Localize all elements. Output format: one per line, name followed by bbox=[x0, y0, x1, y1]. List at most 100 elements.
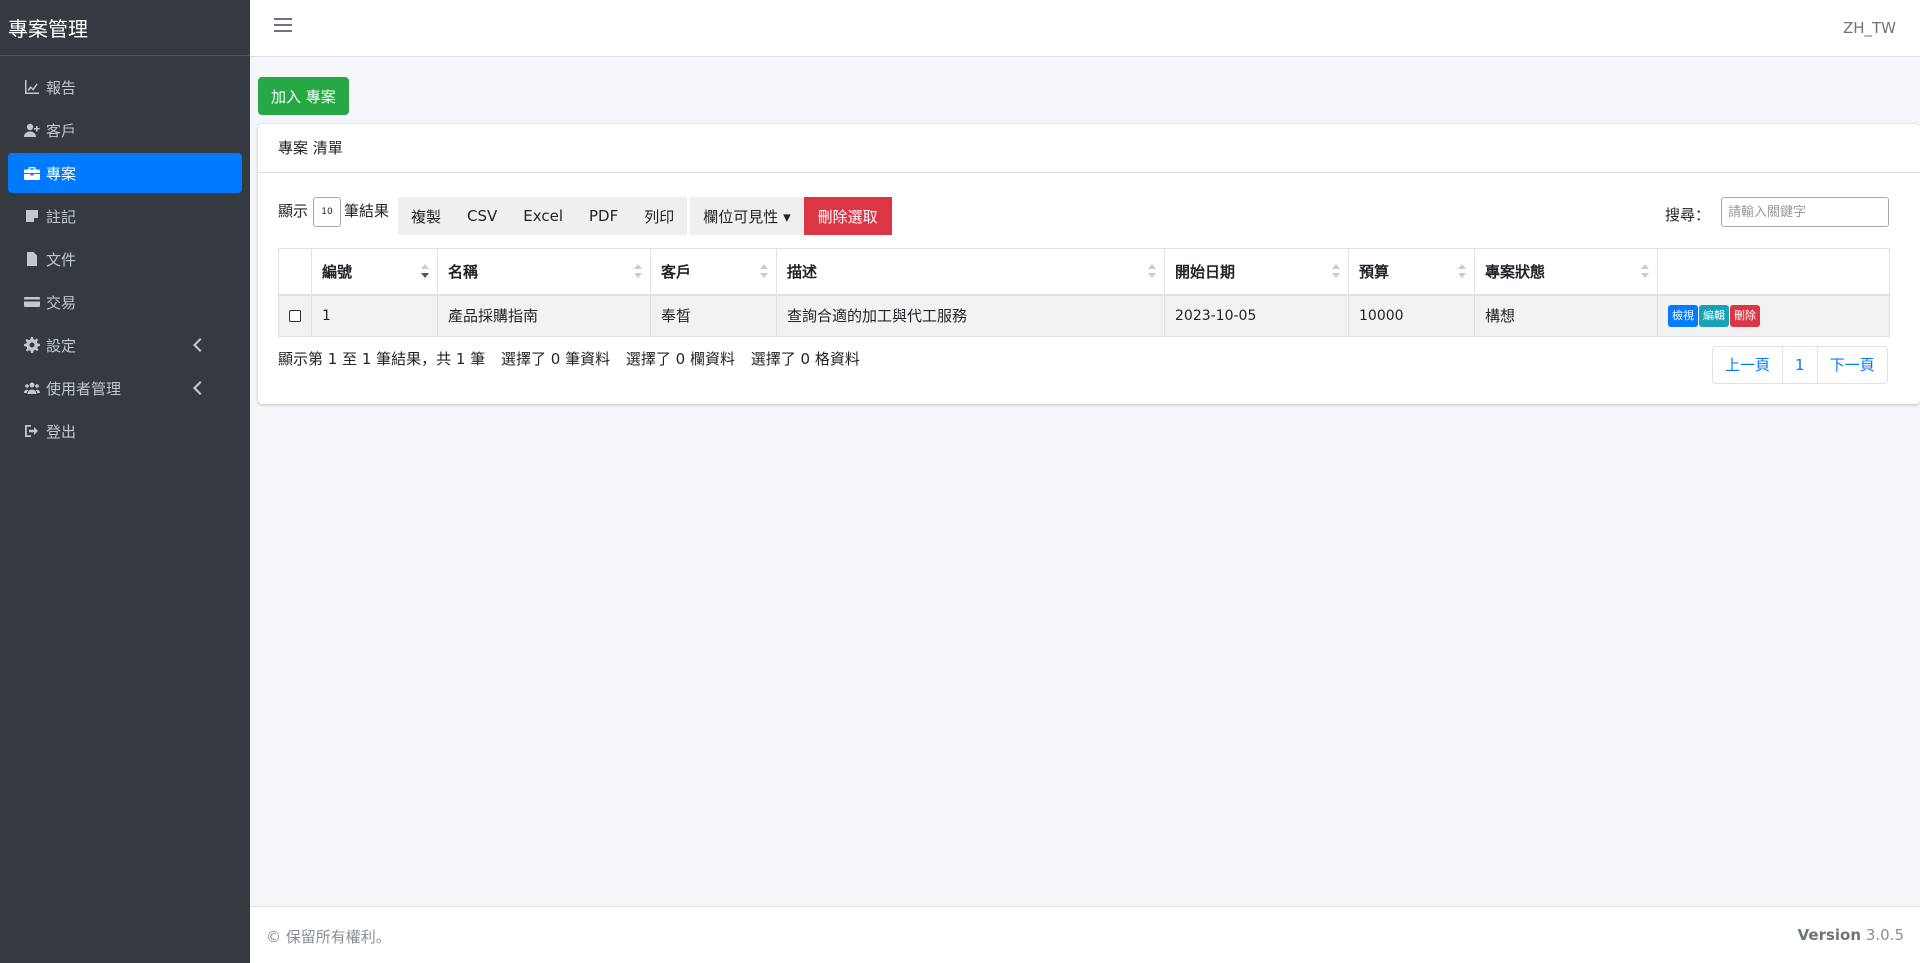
copy-button[interactable]: 複製 bbox=[398, 197, 455, 235]
sidebar-item-user-management[interactable]: 使用者管理 bbox=[8, 368, 242, 408]
sidebar-item-transactions[interactable]: 交易 bbox=[8, 282, 242, 322]
chevron-left-icon bbox=[192, 380, 202, 396]
csv-button[interactable]: CSV bbox=[454, 197, 511, 235]
credit-card-icon bbox=[24, 294, 40, 310]
col-header-start-date[interactable]: 開始日期 bbox=[1164, 248, 1349, 296]
hamburger-menu-icon[interactable] bbox=[274, 18, 292, 34]
footer: © 保留所有權利。 Version 3.0.5 bbox=[250, 906, 1920, 963]
sign-out-icon bbox=[24, 423, 40, 439]
users-icon bbox=[24, 380, 40, 396]
version-number: 3.0.5 bbox=[1865, 926, 1904, 944]
sort-icon bbox=[760, 264, 768, 278]
cell-start-date: 2023-10-05 bbox=[1164, 294, 1349, 337]
pagination: 上一頁 1 下一頁 bbox=[1712, 346, 1888, 384]
prev-page-button[interactable]: 上一頁 bbox=[1712, 346, 1784, 384]
print-button[interactable]: 列印 bbox=[631, 197, 688, 235]
page-length-select[interactable]: 10 bbox=[313, 197, 341, 227]
sidebar-item-label: 文件 bbox=[46, 250, 77, 269]
col-header-status[interactable]: 專案狀態 bbox=[1474, 248, 1658, 296]
project-table: 編號 名稱 客戶 描述 開始日期 預算 專案狀態 1 產品採購指南 奉晳 查詢合… bbox=[278, 248, 1890, 337]
page-1-button[interactable]: 1 bbox=[1782, 346, 1818, 384]
sidebar-item-label: 報告 bbox=[46, 78, 77, 97]
search-input[interactable] bbox=[1721, 197, 1889, 227]
sort-desc-icon bbox=[421, 264, 429, 278]
sidebar-item-settings[interactable]: 設定 bbox=[8, 325, 242, 365]
sidebar-item-projects[interactable]: 專案 bbox=[8, 153, 242, 193]
top-navbar: ZH_TW bbox=[250, 0, 1920, 57]
brand-title[interactable]: 專案管理 bbox=[0, 0, 250, 56]
card-title: 專案 清單 bbox=[258, 124, 1920, 173]
cell-actions: 檢視 編輯 刪除 bbox=[1657, 294, 1890, 337]
col-header-description[interactable]: 描述 bbox=[776, 248, 1165, 296]
cell-budget: 10000 bbox=[1348, 294, 1475, 337]
project-list-card: 專案 清單 顯示 10 筆結果 複製 CSV Excel PDF 列印 欄位可見… bbox=[258, 124, 1920, 404]
delete-selected-button[interactable]: 刪除選取 bbox=[803, 197, 892, 235]
table-row[interactable]: 1 產品採購指南 奉晳 查詢合適的加工與代工服務 2023-10-05 1000… bbox=[278, 294, 1890, 337]
cell-description: 查詢合適的加工與代工服務 bbox=[776, 294, 1165, 337]
sort-icon bbox=[1332, 264, 1340, 278]
cell-id: 1 bbox=[311, 294, 438, 337]
col-header-budget[interactable]: 預算 bbox=[1348, 248, 1475, 296]
info-selected-cells: 選擇了 0 格資料 bbox=[750, 350, 860, 368]
next-page-button[interactable]: 下一頁 bbox=[1816, 346, 1888, 384]
sidebar-item-logout[interactable]: 登出 bbox=[8, 411, 242, 451]
pdf-button[interactable]: PDF bbox=[576, 197, 632, 235]
sidebar-item-label: 專案 bbox=[46, 164, 77, 183]
sort-icon bbox=[634, 264, 642, 278]
length-label: 顯示 bbox=[278, 202, 309, 220]
sort-icon bbox=[1641, 264, 1649, 278]
sidebar-item-label: 設定 bbox=[46, 336, 77, 355]
search-label: 搜尋： bbox=[1665, 206, 1711, 224]
export-button-group: 複製 CSV Excel PDF 列印 欄位可見性 ▾ 刪除選取 bbox=[398, 197, 892, 235]
sidebar-item-notes[interactable]: 註記 bbox=[8, 196, 242, 236]
version-info: Version 3.0.5 bbox=[1798, 926, 1904, 944]
add-project-button[interactable]: 加入 專案 bbox=[258, 77, 349, 115]
sidebar-item-label: 註記 bbox=[46, 207, 77, 226]
sidebar-item-label: 客戶 bbox=[46, 121, 77, 140]
info-selected-cols: 選擇了 0 欄資料 bbox=[625, 350, 735, 368]
table-info: 顯示第 1 至 1 筆結果，共 1 筆 選擇了 0 筆資料 選擇了 0 欄資料 … bbox=[278, 348, 871, 369]
sidebar-item-label: 交易 bbox=[46, 293, 77, 312]
sidebar-nav: 報告 客戶 專案 註記 文件 交易 設定 使用者管理 登出 bbox=[0, 56, 250, 451]
sidebar-item-clients[interactable]: 客戶 bbox=[8, 110, 242, 150]
sidebar-item-documents[interactable]: 文件 bbox=[8, 239, 242, 279]
excel-button[interactable]: Excel bbox=[510, 197, 577, 235]
cell-name: 產品採購指南 bbox=[437, 294, 651, 337]
length-suffix: 筆結果 bbox=[344, 202, 390, 220]
col-header-actions bbox=[1657, 248, 1890, 296]
colvis-label: 欄位可見性 bbox=[703, 207, 779, 226]
chart-line-icon bbox=[24, 79, 40, 95]
edit-button[interactable]: 編輯 bbox=[1699, 304, 1729, 327]
user-plus-icon bbox=[24, 122, 40, 138]
main-content: 加入 專案 專案 清單 顯示 10 筆結果 複製 CSV Excel PDF 列… bbox=[250, 57, 1920, 907]
col-header-name[interactable]: 名稱 bbox=[437, 248, 651, 296]
view-button[interactable]: 檢視 bbox=[1668, 304, 1698, 327]
cell-client: 奉晳 bbox=[650, 294, 777, 337]
row-checkbox[interactable] bbox=[289, 310, 301, 323]
sort-icon bbox=[1148, 264, 1156, 278]
gear-icon bbox=[24, 337, 40, 353]
copyright-text: © 保留所有權利。 bbox=[266, 928, 391, 946]
briefcase-icon bbox=[24, 165, 40, 181]
sidebar-item-label: 使用者管理 bbox=[46, 379, 122, 398]
select-all-header[interactable] bbox=[278, 248, 312, 296]
version-label: Version bbox=[1797, 926, 1862, 944]
cell-status: 構想 bbox=[1474, 294, 1658, 337]
col-header-id[interactable]: 編號 bbox=[311, 248, 438, 296]
sidebar: 專案管理 報告 客戶 專案 註記 文件 交易 設定 使用者管理 登出 bbox=[0, 0, 250, 963]
file-icon bbox=[24, 251, 40, 267]
table-header-row: 編號 名稱 客戶 描述 開始日期 預算 專案狀態 bbox=[278, 248, 1890, 296]
caret-down-icon: ▾ bbox=[783, 207, 791, 226]
col-header-client[interactable]: 客戶 bbox=[650, 248, 777, 296]
info-range: 顯示第 1 至 1 筆結果，共 1 筆 bbox=[278, 350, 486, 368]
language-indicator[interactable]: ZH_TW bbox=[1843, 19, 1896, 37]
row-checkbox-cell bbox=[278, 294, 312, 337]
column-visibility-button[interactable]: 欄位可見性 ▾ bbox=[690, 197, 804, 235]
sort-icon bbox=[1458, 264, 1466, 278]
chevron-left-icon bbox=[192, 337, 202, 353]
sidebar-item-reports[interactable]: 報告 bbox=[8, 67, 242, 107]
sticky-note-icon bbox=[24, 208, 40, 224]
sidebar-item-label: 登出 bbox=[46, 422, 77, 441]
delete-button[interactable]: 刪除 bbox=[1730, 304, 1760, 327]
info-selected-rows: 選擇了 0 筆資料 bbox=[501, 350, 611, 368]
